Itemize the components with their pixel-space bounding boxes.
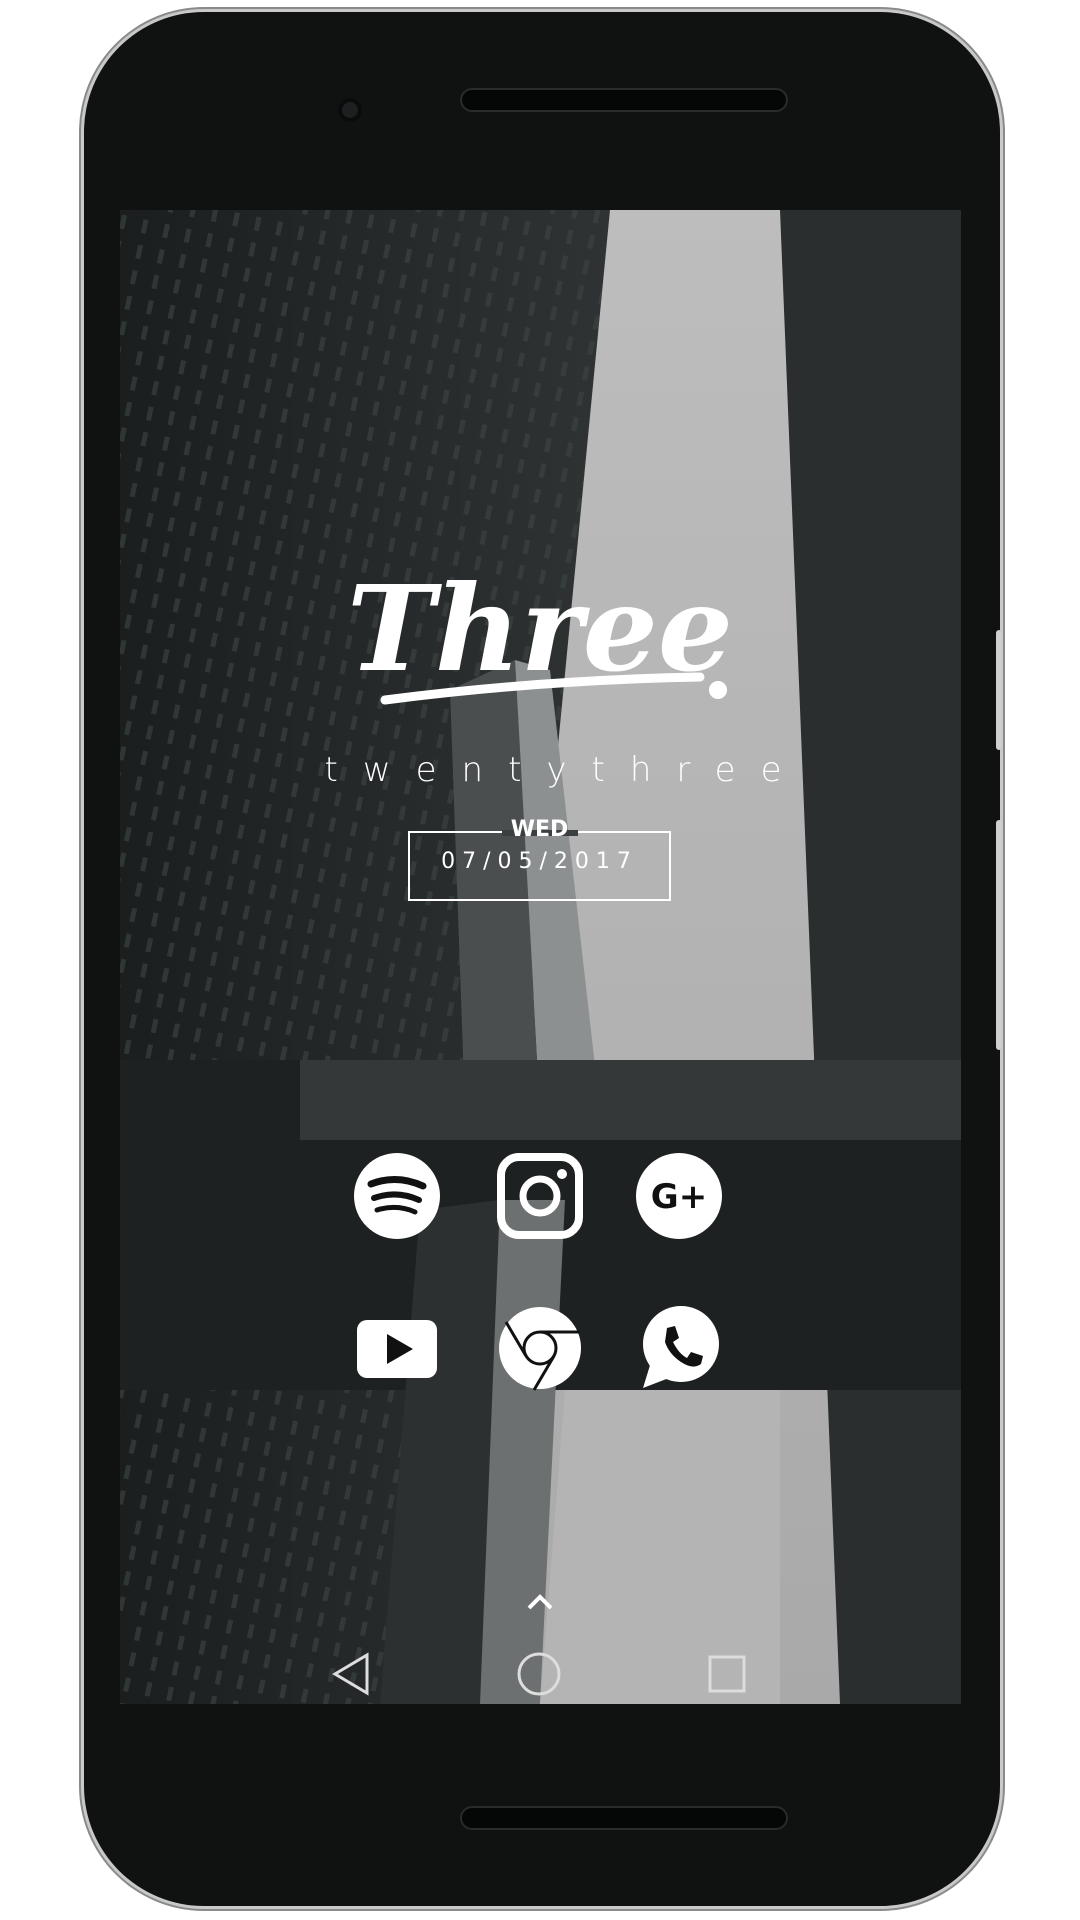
volume-button xyxy=(996,630,1002,750)
back-triangle-icon[interactable] xyxy=(329,1651,373,1697)
date-label: 07/05/2017 xyxy=(441,849,638,874)
wallpaper xyxy=(120,210,961,1704)
home-circle-icon[interactable] xyxy=(515,1650,563,1698)
spotify-icon[interactable] xyxy=(353,1152,441,1240)
top-speaker xyxy=(460,88,788,112)
bottom-speaker xyxy=(460,1806,788,1830)
instagram-icon[interactable] xyxy=(496,1152,584,1240)
whatsapp-icon[interactable] xyxy=(635,1304,723,1392)
lockscreen: Three twentythree WED 07/05/2017 G+ xyxy=(120,210,961,1704)
youtube-icon[interactable] xyxy=(353,1304,441,1392)
hour-script-text: Three xyxy=(347,559,733,705)
date-box: WED 07/05/2017 xyxy=(408,817,671,901)
chrome-icon[interactable] xyxy=(496,1304,584,1392)
minutes-text: twentythree xyxy=(324,750,807,790)
chevron-up-icon[interactable] xyxy=(525,1592,555,1612)
google-plus-icon[interactable]: G+ xyxy=(635,1152,723,1240)
front-camera xyxy=(338,98,362,122)
power-button xyxy=(996,820,1002,1050)
svg-text:G+: G+ xyxy=(651,1177,707,1217)
recents-square-icon[interactable] xyxy=(706,1653,748,1695)
weekday-label: WED xyxy=(510,817,569,842)
